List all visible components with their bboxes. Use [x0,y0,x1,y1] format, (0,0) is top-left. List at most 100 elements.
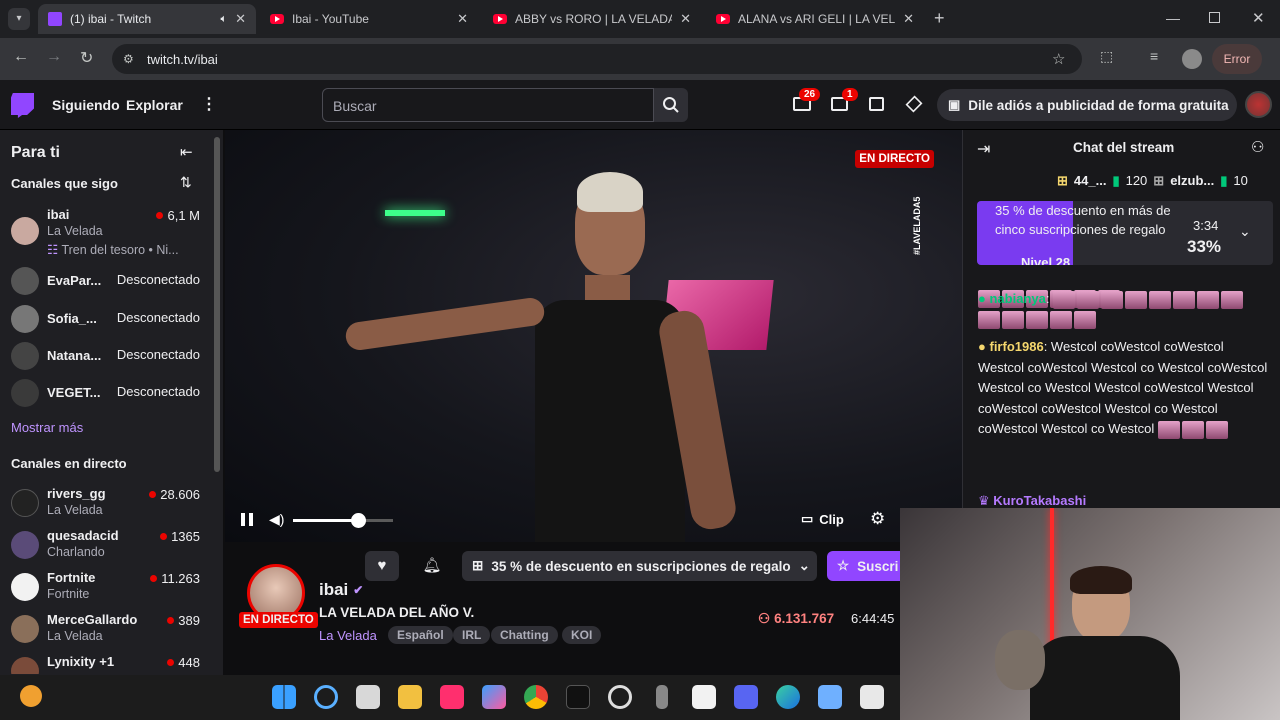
tab-youtube-ibai[interactable]: Ibai - YouTube ✕ [260,4,478,34]
chat-username[interactable]: firfo1986 [989,339,1043,354]
minimize-icon[interactable]: — [1166,10,1180,26]
error-button[interactable]: Error [1212,44,1262,74]
tab-twitch[interactable]: (1) ibai - Twitch 🔈︎ ✕ [38,4,256,34]
tiktok-icon[interactable] [440,685,464,709]
whispers-icon[interactable] [869,97,884,111]
live-channel[interactable]: rivers_gg La Velada 28.606 [11,486,206,520]
viewer-count: ⚇ 6.131.767 [758,611,835,626]
live-channel[interactable]: Lynixity +1 448 [11,654,206,674]
search-icon[interactable] [314,685,338,709]
live-channel[interactable]: quesadacid Charlando 1365 [11,528,206,562]
clip-button[interactable]: ▭ Clip [801,511,844,527]
inbox-count: 1 [842,88,858,101]
ad-free-promo-button[interactable]: ▣ Dile adiós a publicidad de forma gratu… [937,89,1237,121]
tag[interactable]: Chatting [491,626,558,644]
pinned-offer[interactable]: 35 % de descuento en más de cinco suscri… [977,201,1273,265]
snipping-tool-icon[interactable] [860,685,884,709]
twitch-logo-icon[interactable] [11,93,34,118]
app-icon[interactable] [818,685,842,709]
gift-offer-button[interactable]: ⊞ 35 % de descuento en suscripciones de r… [462,551,817,581]
back-icon[interactable]: ← [13,48,29,66]
chat-users-icon[interactable]: ⚇ [1251,138,1264,156]
tag[interactable]: IRL [453,626,491,644]
settings-gear-icon[interactable]: ⚙︎ [870,509,885,529]
maximize-icon[interactable] [1209,12,1220,23]
followed-channel-ibai[interactable]: ibai La Velada 6,1 M ☷ Tren del tesoro •… [11,207,206,259]
close-tab-icon[interactable]: ✕ [457,11,468,27]
search-button[interactable] [654,88,688,122]
nav-following[interactable]: Siguiendo [52,97,120,113]
reload-icon[interactable]: ↻ [80,48,93,68]
chevron-down-icon[interactable]: ⌄ [1239,223,1251,240]
user-avatar[interactable] [1245,91,1272,118]
show-more-link[interactable]: Mostrar más [11,420,83,435]
live-channel[interactable]: MerceGallardo La Velada 389 [11,612,206,646]
sidebar-scrollbar[interactable] [214,137,220,472]
more-menu-icon[interactable]: ⋮ [201,94,217,114]
microphone-icon[interactable] [656,685,668,709]
twitch-top-nav: Siguiendo Explorar ⋮ Buscar 26 1 ▣ Dile … [0,80,1280,130]
video-player[interactable]: #LAVELADA5 EN DIRECTO ◀︎) ▭ Clip ⚙︎ [225,130,962,542]
streamer-name[interactable]: ibai ✔ [319,580,363,600]
tab-youtube-abby[interactable]: ABBY vs RORO | LA VELADA DE ✕ [483,4,701,34]
search-input[interactable]: Buscar [322,88,654,122]
edge-icon[interactable] [776,685,800,709]
close-tab-icon[interactable]: ✕ [235,11,246,27]
tiktok-studio-icon[interactable] [566,685,590,709]
file-explorer-icon[interactable] [398,685,422,709]
volume-icon[interactable]: ◀︎) [269,511,284,528]
capcut-icon[interactable] [692,685,716,709]
stream-uptime: 6:44:45 [851,611,895,626]
collapse-sidebar-icon[interactable]: ⇤ [180,143,193,161]
tab-search-button[interactable]: ▾ [8,8,30,30]
url-field[interactable]: ⚙︎ twitch.tv/ibai ☆ [112,44,1082,74]
volume-knob[interactable] [351,513,366,528]
chat-message: ● nabianya: [978,289,1268,330]
obs-icon[interactable] [608,685,632,709]
task-view-icon[interactable] [356,685,380,709]
subscribe-button[interactable]: ☆ Suscri [827,551,901,581]
bookmark-star-icon[interactable]: ☆ [1052,50,1065,68]
category-link[interactable]: La Velada [319,628,377,643]
close-tab-icon[interactable]: ✕ [680,11,691,27]
chat-username[interactable]: nabianya [989,291,1045,306]
nav-browse[interactable]: Explorar [126,97,183,113]
notification-bell-button[interactable]: 🔔︎ [415,551,449,581]
tab-youtube-alana[interactable]: ALANA vs ARI GELI | LA VELADA ✕ [706,4,924,34]
close-window-icon[interactable]: ✕ [1252,9,1265,27]
channel-name: Natana... [47,348,102,363]
extensions-icon[interactable]: ⬚ [1100,48,1113,65]
new-tab-button[interactable]: + [934,8,945,29]
follow-heart-button[interactable]: ♥ [365,551,399,581]
chrome-icon[interactable] [524,685,548,709]
live-channel[interactable]: Fortnite Fortnite 11.263 [11,570,206,604]
close-tab-icon[interactable]: ✕ [903,11,914,27]
forward-icon[interactable]: → [46,48,62,66]
windows-taskbar [0,675,900,720]
followed-channel[interactable]: Sofia_... Desconectado [11,302,206,336]
media-control-icon[interactable]: ≡ [1150,48,1158,64]
copilot-icon[interactable] [482,685,506,709]
collapse-chat-icon[interactable]: ⇥ [977,139,990,159]
avatar [11,489,39,517]
channel-category: Fortnite [47,587,90,601]
bits-icon[interactable] [905,95,923,113]
tag[interactable]: KOI [562,626,602,644]
promo-label: Dile adiós a publicidad de forma gratuit… [968,97,1229,113]
chevron-down-icon: ⌄ [798,558,810,573]
sort-icon[interactable]: ⇅ [180,174,192,191]
weather-icon[interactable] [20,685,42,707]
followed-channel[interactable]: Natana... Desconectado [11,339,206,373]
followed-channel[interactable]: EvaPar... Desconectado [11,264,206,298]
volume-slider[interactable] [293,513,393,528]
site-info-icon[interactable]: ⚙︎ [123,52,134,66]
tab-title: ALANA vs ARI GELI | LA VELADA [738,12,896,26]
chat-username[interactable]: KuroTakabashi [993,493,1086,508]
start-icon[interactable] [272,685,296,709]
discord-icon[interactable] [734,685,758,709]
profile-avatar[interactable] [1182,49,1202,69]
followed-channel[interactable]: VEGET... Desconectado [11,376,206,410]
tag[interactable]: Español [388,626,453,644]
speaker-icon[interactable]: 🔈︎ [220,13,227,26]
pause-button[interactable] [241,513,253,526]
